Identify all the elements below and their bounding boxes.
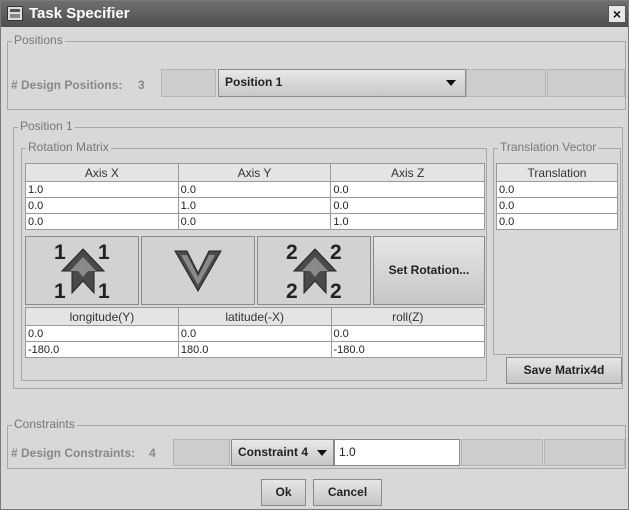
app-icon bbox=[7, 6, 23, 21]
constraints-legend: Constraints bbox=[12, 417, 77, 431]
constraint-select-value: Constraint 4 bbox=[238, 445, 309, 459]
roll-header: roll(Z) bbox=[330, 307, 485, 326]
rotation-matrix-legend: Rotation Matrix bbox=[26, 140, 111, 154]
translation-cell[interactable]: 0.0 bbox=[496, 181, 618, 198]
axis-y-header: Axis Y bbox=[177, 163, 332, 182]
rotate-down-button[interactable] bbox=[141, 236, 255, 305]
dropdown-arrow-icon bbox=[446, 80, 456, 86]
constraint-select[interactable]: Constraint 4 bbox=[231, 439, 334, 466]
matrix-cell[interactable]: 1.0 bbox=[25, 181, 179, 198]
table-row: -180.0 180.0 -180.0 bbox=[25, 341, 485, 358]
angle-cell[interactable]: 0.0 bbox=[330, 325, 485, 342]
axis-x-header: Axis X bbox=[25, 163, 179, 182]
latitude-header: latitude(-X) bbox=[177, 307, 332, 326]
constraint-value-field[interactable]: 1.0 bbox=[334, 439, 460, 466]
matrix-cell[interactable]: 0.0 bbox=[25, 213, 179, 230]
close-icon[interactable]: × bbox=[608, 5, 626, 23]
matrix-cell[interactable]: 0.0 bbox=[177, 181, 332, 198]
design-constraints-count: 4 bbox=[149, 446, 156, 460]
rotate-down-arrow-icon bbox=[174, 250, 222, 293]
prev-constraint-button[interactable] bbox=[173, 439, 230, 466]
design-positions-label: # Design Positions: bbox=[11, 78, 123, 92]
position-1-legend: Position 1 bbox=[18, 119, 75, 133]
rotate-2-button[interactable]: 2 2 2 2 bbox=[257, 236, 371, 305]
table-row: 0.0 bbox=[496, 181, 618, 198]
design-constraints-label: # Design Constraints: bbox=[11, 446, 136, 460]
matrix-cell[interactable]: 1.0 bbox=[330, 213, 485, 230]
remove-constraint-button[interactable] bbox=[544, 439, 625, 466]
table-row: 0.0 0.0 0.0 bbox=[25, 325, 485, 342]
matrix-cell[interactable]: 0.0 bbox=[25, 197, 179, 214]
title-bar: Task Specifier × bbox=[1, 1, 628, 27]
translation-cell[interactable]: 0.0 bbox=[496, 197, 618, 214]
angle-cell[interactable]: 180.0 bbox=[177, 341, 332, 358]
dropdown-arrow-icon bbox=[317, 450, 327, 456]
task-specifier-window: Task Specifier × Positions # Design Posi… bbox=[0, 0, 629, 510]
rotate-up-arrow-icon bbox=[292, 248, 338, 295]
remove-position-button[interactable] bbox=[547, 69, 625, 97]
table-row: 0.0 bbox=[496, 197, 618, 214]
axis-z-header: Axis Z bbox=[330, 163, 485, 182]
cancel-button[interactable]: Cancel bbox=[313, 479, 382, 506]
rotate-up-arrow-icon bbox=[60, 248, 106, 295]
set-rotation-button[interactable]: Set Rotation... bbox=[373, 236, 485, 305]
position-select-value: Position 1 bbox=[225, 75, 283, 89]
angle-cell[interactable]: 0.0 bbox=[25, 325, 179, 342]
matrix-cell[interactable]: 0.0 bbox=[177, 213, 332, 230]
translation-cell[interactable]: 0.0 bbox=[496, 213, 618, 230]
translation-vector-legend: Translation Vector bbox=[498, 140, 599, 154]
table-row: 0.0 1.0 0.0 bbox=[25, 197, 485, 214]
translation-header: Translation bbox=[496, 163, 618, 182]
position-select[interactable]: Position 1 bbox=[218, 69, 466, 97]
add-constraint-button[interactable] bbox=[461, 439, 543, 466]
positions-legend: Positions bbox=[12, 33, 65, 47]
angle-cell[interactable]: 0.0 bbox=[177, 325, 332, 342]
table-row: 1.0 0.0 0.0 bbox=[25, 181, 485, 198]
angles-table: longitude(Y) latitude(-X) roll(Z) 0.0 0.… bbox=[25, 307, 485, 358]
window-title: Task Specifier bbox=[29, 5, 130, 22]
design-positions-count: 3 bbox=[138, 78, 145, 92]
ok-button[interactable]: Ok bbox=[261, 479, 306, 506]
save-matrix4d-button[interactable]: Save Matrix4d bbox=[506, 357, 622, 384]
angle-cell[interactable]: -180.0 bbox=[25, 341, 179, 358]
matrix-cell[interactable]: 0.0 bbox=[330, 197, 485, 214]
matrix-cell[interactable]: 1.0 bbox=[177, 197, 332, 214]
longitude-header: longitude(Y) bbox=[25, 307, 179, 326]
matrix-cell[interactable]: 0.0 bbox=[330, 181, 485, 198]
table-row: 0.0 0.0 1.0 bbox=[25, 213, 485, 230]
angle-cell[interactable]: -180.0 bbox=[330, 341, 485, 358]
rotation-matrix-table: Axis X Axis Y Axis Z 1.0 0.0 0.0 0.0 1.0… bbox=[25, 163, 485, 230]
add-position-button[interactable] bbox=[466, 69, 546, 97]
translation-table: Translation 0.0 0.0 0.0 bbox=[496, 163, 618, 230]
prev-position-button[interactable] bbox=[161, 69, 216, 97]
rotate-1-button[interactable]: 1 1 1 1 bbox=[25, 236, 139, 305]
table-row: 0.0 bbox=[496, 213, 618, 230]
